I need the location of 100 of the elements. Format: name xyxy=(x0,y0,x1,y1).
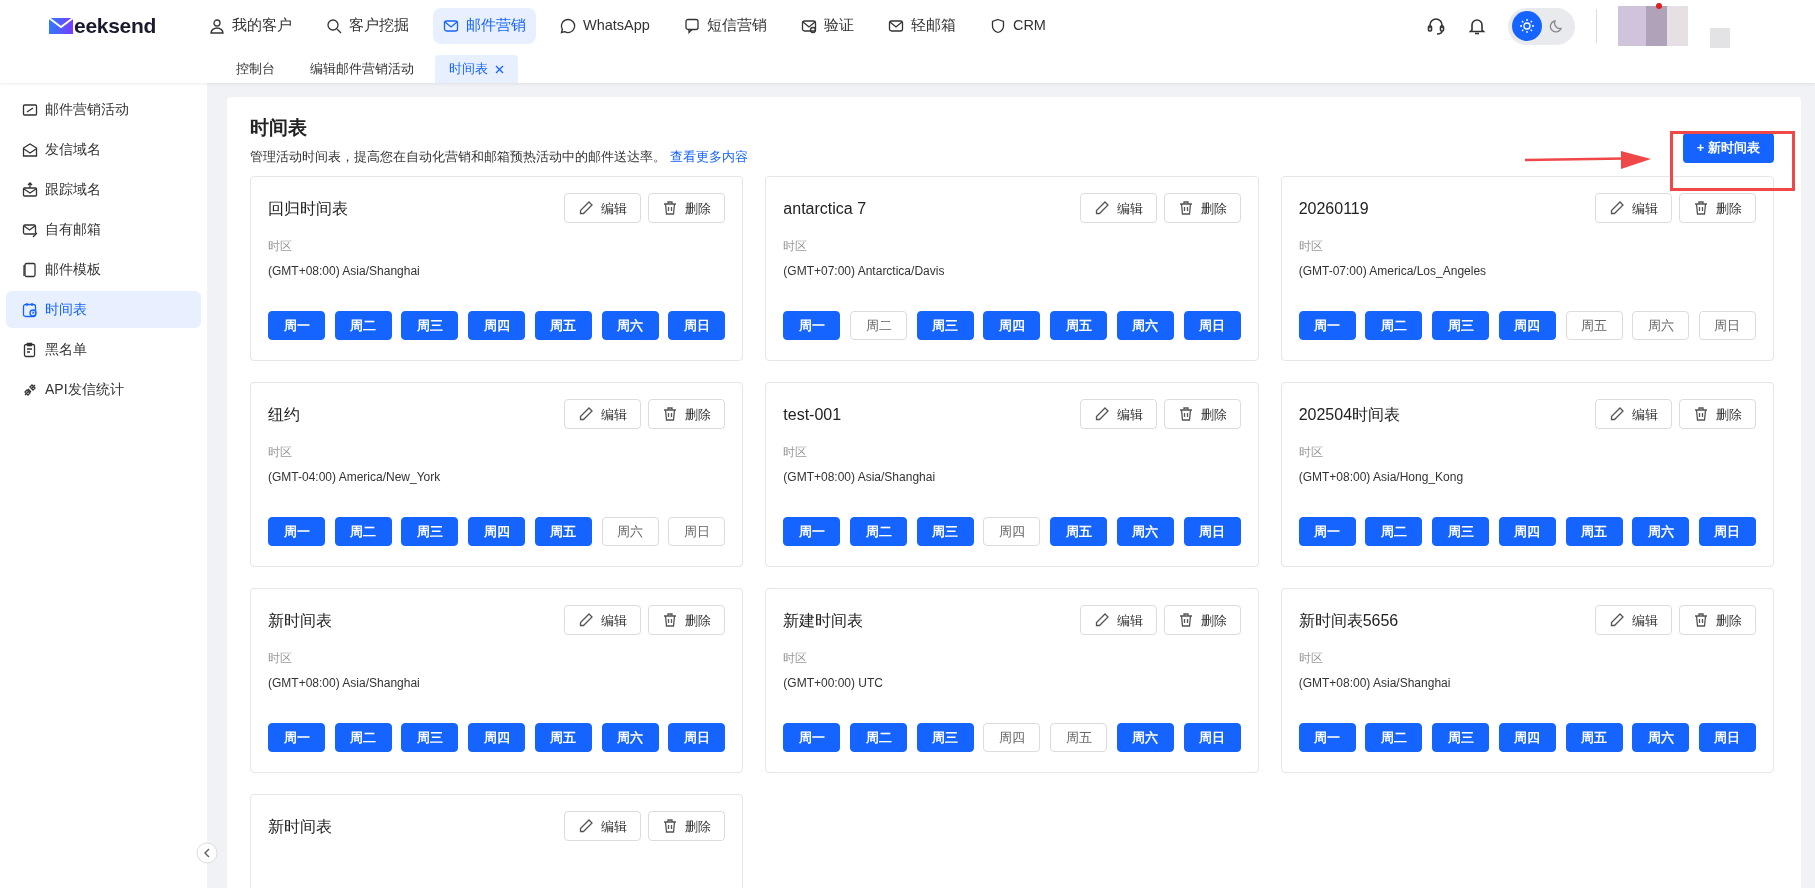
tab[interactable]: 编辑邮件营销活动 xyxy=(296,55,428,83)
weekday-toggle[interactable]: 周一 xyxy=(783,311,841,341)
nav-item[interactable]: WhatsApp xyxy=(550,8,660,44)
tab[interactable]: 时间表 xyxy=(435,55,518,83)
weekday-toggle[interactable]: 周四 xyxy=(983,517,1041,547)
edit-button[interactable]: 编辑 xyxy=(1079,193,1157,224)
nav-item[interactable]: 我的客户 xyxy=(199,8,302,44)
edit-button[interactable]: 编辑 xyxy=(564,193,642,224)
weekday-toggle[interactable]: 周一 xyxy=(783,517,841,547)
weekday-toggle[interactable]: 周四 xyxy=(983,311,1041,341)
nav-item[interactable]: 邮件营销 xyxy=(433,8,536,44)
sidebar-item[interactable]: 发信域名 xyxy=(6,131,201,168)
weekday-toggle[interactable]: 周一 xyxy=(1298,517,1356,547)
theme-toggle[interactable] xyxy=(1508,7,1575,45)
nav-item[interactable]: CRM xyxy=(979,8,1056,44)
weekday-toggle[interactable]: 周日 xyxy=(1698,311,1756,341)
delete-button[interactable]: 删除 xyxy=(1163,193,1241,224)
weekday-toggle[interactable]: 周日 xyxy=(1698,517,1756,547)
edit-button[interactable]: 编辑 xyxy=(1595,605,1672,636)
weekday-toggle[interactable]: 周六 xyxy=(1632,311,1690,341)
close-icon[interactable] xyxy=(495,64,504,74)
weekday-toggle[interactable]: 周二 xyxy=(850,517,908,547)
weekday-toggle[interactable]: 周二 xyxy=(1365,311,1423,341)
weekday-toggle[interactable]: 周一 xyxy=(1298,723,1356,753)
weekday-toggle[interactable]: 周六 xyxy=(1632,517,1690,547)
nav-item[interactable]: 短信营销 xyxy=(673,8,777,44)
nav-item[interactable]: 轻邮箱 xyxy=(877,8,966,44)
sidebar-item[interactable]: 邮件营销活动 xyxy=(6,91,201,128)
tab[interactable]: 控制台 xyxy=(222,55,289,83)
weekday-toggle[interactable]: 周四 xyxy=(1498,723,1556,753)
delete-button[interactable]: 删除 xyxy=(648,811,726,842)
weekday-toggle[interactable]: 周五 xyxy=(534,517,592,547)
headset-icon[interactable] xyxy=(1426,16,1446,36)
edit-button[interactable]: 编辑 xyxy=(1079,399,1157,430)
sidebar-item[interactable]: 时间表 xyxy=(6,291,201,328)
weekday-toggle[interactable]: 周二 xyxy=(1365,517,1423,547)
weekday-toggle[interactable]: 周五 xyxy=(1050,517,1108,547)
weekday-toggle[interactable]: 周四 xyxy=(983,723,1041,753)
sidebar-item[interactable]: 黑名单 xyxy=(6,331,201,368)
weekday-toggle[interactable]: 周二 xyxy=(850,311,908,341)
weekday-toggle[interactable]: 周日 xyxy=(668,311,726,341)
weekday-toggle[interactable]: 周四 xyxy=(1498,311,1556,341)
delete-button[interactable]: 删除 xyxy=(648,193,726,224)
weekday-toggle[interactable]: 周六 xyxy=(601,311,659,341)
weekday-toggle[interactable]: 周五 xyxy=(1050,723,1108,753)
weekday-toggle[interactable]: 周一 xyxy=(268,517,325,547)
weekday-toggle[interactable]: 周四 xyxy=(468,723,526,753)
weekday-toggle[interactable]: 周三 xyxy=(1432,723,1490,753)
weekday-toggle[interactable]: 周三 xyxy=(401,311,459,341)
delete-button[interactable]: 删除 xyxy=(1679,399,1756,430)
sidebar-item[interactable]: 跟踪域名 xyxy=(6,171,201,208)
sidebar-item[interactable]: 邮件模板 xyxy=(6,251,201,288)
weekday-toggle[interactable]: 周五 xyxy=(1565,723,1623,753)
weekday-toggle[interactable]: 周四 xyxy=(1498,517,1556,547)
edit-button[interactable]: 编辑 xyxy=(564,811,642,842)
edit-button[interactable]: 编辑 xyxy=(564,605,642,636)
weekday-toggle[interactable]: 周三 xyxy=(916,311,974,341)
delete-button[interactable]: 删除 xyxy=(1679,193,1756,224)
edit-button[interactable]: 编辑 xyxy=(1595,193,1672,224)
nav-item[interactable]: 客户挖掘 xyxy=(316,8,419,44)
weekday-toggle[interactable]: 周二 xyxy=(334,723,392,753)
weekday-toggle[interactable]: 周五 xyxy=(1565,517,1623,547)
weekday-toggle[interactable]: 周四 xyxy=(468,311,526,341)
weekday-toggle[interactable]: 周一 xyxy=(783,723,841,753)
delete-button[interactable]: 删除 xyxy=(1163,605,1241,636)
weekday-toggle[interactable]: 周三 xyxy=(401,723,459,753)
delete-button[interactable]: 删除 xyxy=(1679,605,1756,636)
weekday-toggle[interactable]: 周二 xyxy=(850,723,908,753)
delete-button[interactable]: 删除 xyxy=(648,605,726,636)
weekday-toggle[interactable]: 周二 xyxy=(334,517,392,547)
delete-button[interactable]: 删除 xyxy=(648,399,726,430)
bell-icon[interactable] xyxy=(1467,16,1487,36)
weekday-toggle[interactable]: 周日 xyxy=(1698,723,1756,753)
weekday-toggle[interactable]: 周三 xyxy=(916,517,974,547)
weekday-toggle[interactable]: 周六 xyxy=(1632,723,1690,753)
weekday-toggle[interactable]: 周四 xyxy=(468,517,526,547)
weekday-toggle[interactable]: 周一 xyxy=(268,311,325,341)
weekday-toggle[interactable]: 周日 xyxy=(1183,723,1241,753)
edit-button[interactable]: 编辑 xyxy=(1595,399,1672,430)
nav-item[interactable]: 验证 xyxy=(790,8,864,44)
new-schedule-button[interactable]: + 新时间表 xyxy=(1682,132,1774,163)
edit-button[interactable]: 编辑 xyxy=(564,399,642,430)
delete-button[interactable]: 删除 xyxy=(1163,399,1241,430)
weekday-toggle[interactable]: 周六 xyxy=(1116,517,1174,547)
weekday-toggle[interactable]: 周日 xyxy=(1183,311,1241,341)
weekday-toggle[interactable]: 周日 xyxy=(1183,517,1241,547)
weekday-toggle[interactable]: 周五 xyxy=(1565,311,1623,341)
sidebar-item[interactable]: 自有邮箱 xyxy=(6,211,201,248)
weekday-toggle[interactable]: 周六 xyxy=(1116,311,1174,341)
weekday-toggle[interactable]: 周六 xyxy=(1116,723,1174,753)
learn-more-link[interactable]: 查看更多内容 xyxy=(669,148,748,164)
weekday-toggle[interactable]: 周二 xyxy=(1365,723,1423,753)
weekday-toggle[interactable]: 周三 xyxy=(916,723,974,753)
weekday-toggle[interactable]: 周六 xyxy=(601,723,659,753)
weekday-toggle[interactable]: 周六 xyxy=(601,517,659,547)
weekday-toggle[interactable]: 周日 xyxy=(668,723,726,753)
weekday-toggle[interactable]: 周三 xyxy=(1432,517,1490,547)
weekday-toggle[interactable]: 周三 xyxy=(401,517,459,547)
weekday-toggle[interactable]: 周五 xyxy=(534,311,592,341)
weekday-toggle[interactable]: 周一 xyxy=(268,723,325,753)
